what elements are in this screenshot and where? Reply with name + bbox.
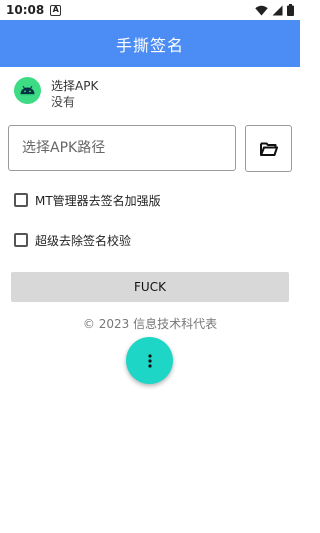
more-fab[interactable] — [126, 337, 173, 384]
android-icon — [13, 77, 41, 104]
copyright-text: © 2023 信息技术科代表 — [82, 317, 218, 331]
folder-button[interactable] — [245, 125, 292, 172]
signal-icon — [272, 5, 283, 15]
status-time: 10:08 — [6, 3, 45, 17]
apk-subtitle: 没有 — [51, 94, 76, 109]
checkbox[interactable] — [14, 193, 28, 207]
apk-title: 选择APK — [51, 78, 99, 93]
apk-app-icon — [12, 77, 42, 111]
status-icons — [255, 4, 294, 16]
status-bar: 10:08 A — [0, 0, 300, 20]
app-bar: 手撕签名 — [0, 20, 300, 67]
app-title: 手撕签名 — [115, 35, 184, 55]
checkbox[interactable] — [14, 233, 28, 247]
option-super-remove[interactable]: 超级去除签名校验 — [14, 230, 131, 250]
wifi-icon — [255, 5, 268, 15]
fuck-button[interactable]: FUCK — [11, 272, 289, 302]
option-label: MT管理器去签名加强版 — [35, 193, 161, 208]
option-label: 超级去除签名校验 — [35, 233, 132, 248]
apk-text: 选择APK 没有 — [51, 79, 98, 110]
option-mt-enhanced[interactable]: MT管理器去签名加强版 — [14, 190, 161, 210]
battery-icon — [287, 4, 294, 16]
apk-path-input[interactable] — [8, 125, 236, 171]
more-vertical-icon — [147, 353, 152, 368]
folder-open-icon — [259, 142, 278, 156]
notification-icon: A — [50, 4, 62, 16]
apk-select-row[interactable]: 选择APK 没有 — [12, 76, 292, 112]
